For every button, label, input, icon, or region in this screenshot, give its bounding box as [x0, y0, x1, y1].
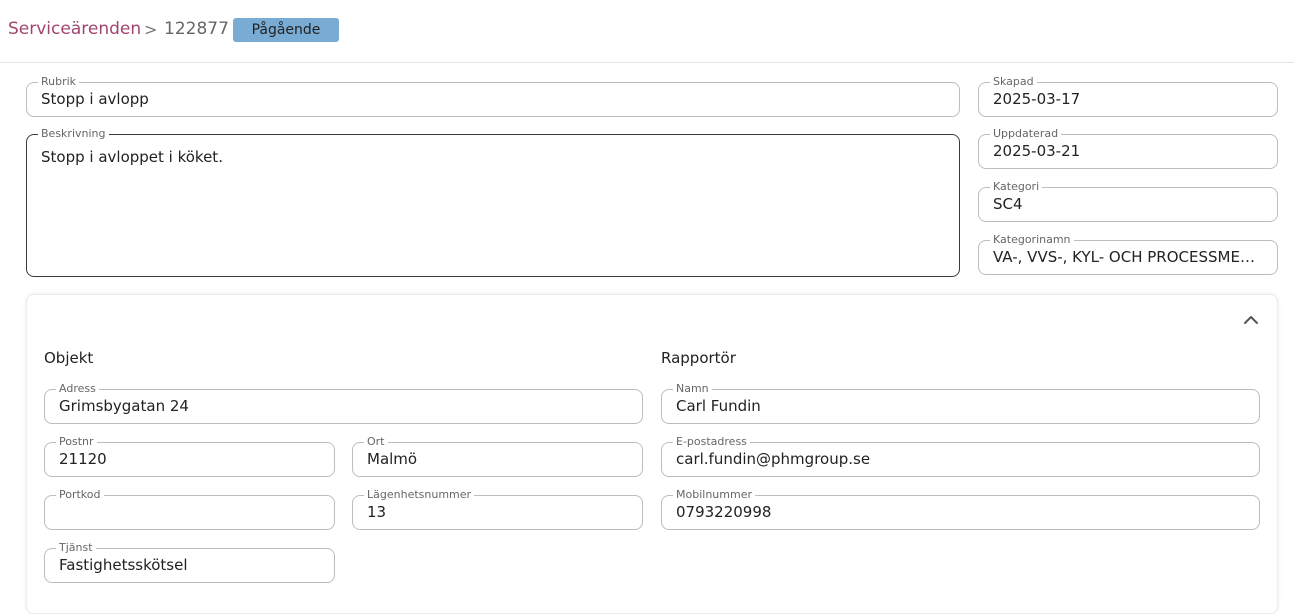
breadcrumb-separator: > — [144, 20, 158, 39]
adress-value: Grimsbygatan 24 — [59, 397, 189, 415]
portkod-label: Portkod — [56, 488, 104, 502]
epost-label: E-postadress — [673, 435, 750, 449]
epost-field[interactable]: E-postadress carl.fundin@phmgroup.se — [661, 435, 1260, 477]
tjanst-label: Tjänst — [56, 541, 96, 555]
uppdaterad-field[interactable]: Uppdaterad 2025-03-21 — [978, 127, 1278, 169]
tjanst-field[interactable]: Tjänst Fastighetsskötsel — [44, 541, 335, 583]
uppdaterad-label: Uppdaterad — [990, 127, 1062, 141]
page-header: Serviceärenden > 122877 Pågående — [0, 0, 1294, 63]
skapad-label: Skapad — [990, 75, 1037, 89]
postnr-label: Postnr — [56, 435, 97, 449]
epost-value: carl.fundin@phmgroup.se — [676, 450, 871, 468]
adress-label: Adress — [56, 382, 99, 396]
objekt-section-title: Objekt — [44, 349, 94, 367]
namn-value: Carl Fundin — [676, 397, 761, 415]
kategorinamn-field[interactable]: Kategorinamn VA-, VVS-, KYL- OCH PROCESS… — [978, 233, 1278, 275]
lagenhetsnummer-value: 13 — [367, 503, 387, 521]
skapad-value: 2025-03-17 — [993, 90, 1081, 108]
lagenhetsnummer-field[interactable]: Lägenhetsnummer 13 — [352, 488, 643, 530]
ort-value: Malmö — [367, 450, 418, 468]
ort-label: Ort — [364, 435, 388, 449]
kategorinamn-value: VA-, VVS-, KYL- OCH PROCESSMEDIESYSTEM — [993, 248, 1265, 266]
ticket-id: 122877 — [164, 19, 229, 39]
mobil-field[interactable]: Mobilnummer 0793220998 — [661, 488, 1260, 530]
chevron-up-icon[interactable] — [1242, 312, 1260, 328]
kategorinamn-label: Kategorinamn — [990, 233, 1074, 247]
beskrivning-value: Stopp i avloppet i köket. — [41, 148, 223, 166]
status-badge: Pågående — [233, 18, 339, 42]
lagenhetsnummer-label: Lägenhetsnummer — [364, 488, 475, 502]
postnr-value: 21120 — [59, 450, 107, 468]
rubrik-label: Rubrik — [38, 75, 80, 89]
rubrik-value: Stopp i avlopp — [41, 90, 149, 108]
namn-label: Namn — [673, 382, 712, 396]
beskrivning-field[interactable]: Beskrivning Stopp i avloppet i köket. — [26, 127, 960, 277]
mobil-value: 0793220998 — [676, 503, 772, 521]
adress-field[interactable]: Adress Grimsbygatan 24 — [44, 382, 643, 424]
rubrik-field[interactable]: Rubrik Stopp i avlopp — [26, 75, 960, 117]
portkod-field[interactable]: Portkod — [44, 488, 335, 530]
ort-field[interactable]: Ort Malmö — [352, 435, 643, 477]
skapad-field[interactable]: Skapad 2025-03-17 — [978, 75, 1278, 117]
kategori-label: Kategori — [990, 180, 1043, 194]
breadcrumb-serviceärenden-link[interactable]: Serviceärenden — [8, 19, 141, 39]
postnr-field[interactable]: Postnr 21120 — [44, 435, 335, 477]
kategori-field[interactable]: Kategori SC4 — [978, 180, 1278, 222]
rapportor-section-title: Rapportör — [661, 349, 736, 367]
kategori-value: SC4 — [993, 195, 1023, 213]
tjanst-value: Fastighetsskötsel — [59, 556, 188, 574]
namn-field[interactable]: Namn Carl Fundin — [661, 382, 1260, 424]
mobil-label: Mobilnummer — [673, 488, 755, 502]
beskrivning-label: Beskrivning — [38, 127, 109, 141]
uppdaterad-value: 2025-03-21 — [993, 142, 1081, 160]
